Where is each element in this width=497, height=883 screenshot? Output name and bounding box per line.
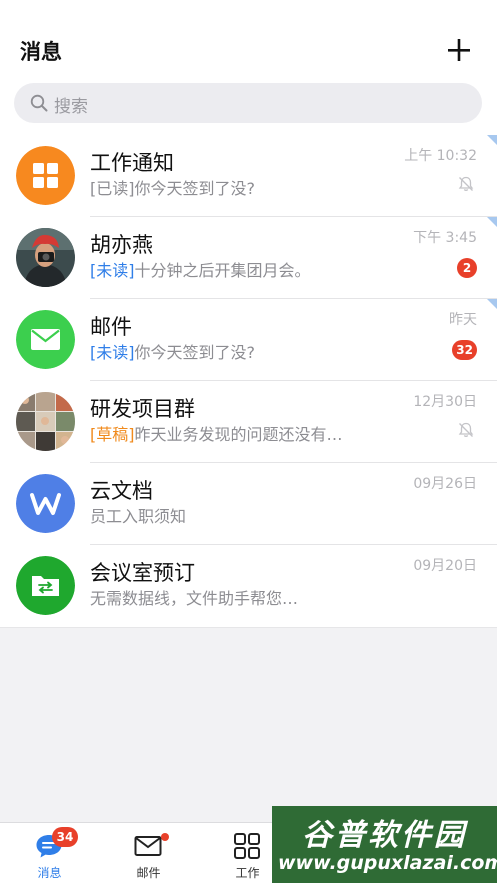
pinned-marker <box>487 217 497 227</box>
search-input[interactable]: 搜索 <box>14 83 482 123</box>
conversation-preview: 员工入职须知 <box>90 503 186 527</box>
conversation-title: 研发项目群 <box>90 397 195 421</box>
person-photo-avatar <box>16 228 75 287</box>
wps-doc-icon <box>16 474 75 533</box>
conversation-item-cloud-docs[interactable]: 云文档 员工入职须知 09月26日 <box>0 463 497 545</box>
preview-text: 你今天签到了没? <box>134 179 256 198</box>
conversation-item-rd-group[interactable]: 研发项目群 [草稿]昨天业务发现的问题还没有… 12月30日 <box>0 381 497 463</box>
conversation-title: 云文档 <box>90 479 153 503</box>
preview-text: 无需数据线，文件助手帮您… <box>90 589 299 608</box>
conversation-title: 工作通知 <box>90 151 174 175</box>
new-mail-dot <box>161 833 169 841</box>
file-transfer-icon <box>16 556 75 615</box>
search-placeholder: 搜索 <box>54 97 88 117</box>
watermark-url: www.gupuxlazai.com <box>278 852 497 874</box>
watermark-brand: 谷普软件园 <box>302 818 467 853</box>
conversation-time: 上午 10:32 <box>404 148 477 164</box>
unread-badge: 32 <box>452 340 477 360</box>
unread-badge: 2 <box>457 258 477 278</box>
conversation-item-mail[interactable]: 邮件 [未读]你今天签到了没? 昨天 32 <box>0 299 497 381</box>
watermark: 谷普软件园 www.gupuxlazai.com <box>272 806 497 883</box>
search-icon <box>30 94 48 112</box>
conversation-title: 会议室预订 <box>90 561 195 585</box>
conversation-item-work-notice[interactable]: 工作通知 [已读]你今天签到了没? 上午 10:32 <box>0 135 497 217</box>
mail-icon <box>16 310 75 369</box>
conversation-time: 昨天 <box>449 312 477 328</box>
preview-text: 昨天业务发现的问题还没有… <box>134 425 343 444</box>
tab-mail[interactable]: 邮件 <box>99 823 198 883</box>
mute-bell-icon <box>458 176 474 192</box>
conversation-preview: [已读]你今天签到了没? <box>90 175 255 199</box>
conversation-list: 工作通知 [已读]你今天签到了没? 上午 10:32 胡亦燕 [未读]十分钟之后… <box>0 135 497 628</box>
conversation-preview: 无需数据线，文件助手帮您… <box>90 585 298 609</box>
conversation-time: 下午 3:45 <box>413 230 477 246</box>
mute-bell-icon <box>458 422 474 438</box>
conversation-preview: [未读]十分钟之后开集团月会。 <box>90 257 311 281</box>
conversation-preview: [草稿]昨天业务发现的问题还没有… <box>90 421 343 445</box>
preview-text: 员工入职须知 <box>90 507 187 526</box>
conversation-time: 12月30日 <box>413 394 477 410</box>
page-title: 消息 <box>20 40 62 64</box>
unread-tag: [未读] <box>90 261 135 280</box>
conversation-time: 09月26日 <box>413 476 477 492</box>
envelope-icon <box>134 836 162 856</box>
conversation-item-hu-yiyan[interactable]: 胡亦燕 [未读]十分钟之后开集团月会。 下午 3:45 2 <box>0 217 497 299</box>
conversation-title: 胡亦燕 <box>90 233 153 257</box>
apps-grid-icon <box>234 833 260 859</box>
unread-tag: [未读] <box>90 343 135 362</box>
pinned-marker <box>487 135 497 145</box>
conversation-item-meeting-room[interactable]: 会议室预订 无需数据线，文件助手帮您… 09月20日 <box>0 545 497 627</box>
grid-app-icon <box>16 146 75 205</box>
conversation-preview: [未读]你今天签到了没? <box>90 339 255 363</box>
pinned-marker <box>487 299 497 309</box>
preview-text: 十分钟之后开集团月会。 <box>134 261 311 280</box>
tab-label: 邮件 <box>136 866 161 880</box>
plus-icon <box>448 39 470 61</box>
read-tag: [已读] <box>90 179 135 198</box>
conversation-title: 邮件 <box>90 315 132 339</box>
tab-messages[interactable]: 34 消息 <box>0 823 99 883</box>
group-photo-avatar <box>16 392 75 451</box>
tab-label: 消息 <box>37 866 62 880</box>
header: 消息 搜索 <box>0 0 497 135</box>
conversation-time: 09月20日 <box>413 558 477 574</box>
messages-count-badge: 34 <box>52 827 78 847</box>
draft-tag: [草稿] <box>90 425 135 444</box>
preview-text: 你今天签到了没? <box>134 343 256 362</box>
add-button[interactable] <box>439 30 479 70</box>
